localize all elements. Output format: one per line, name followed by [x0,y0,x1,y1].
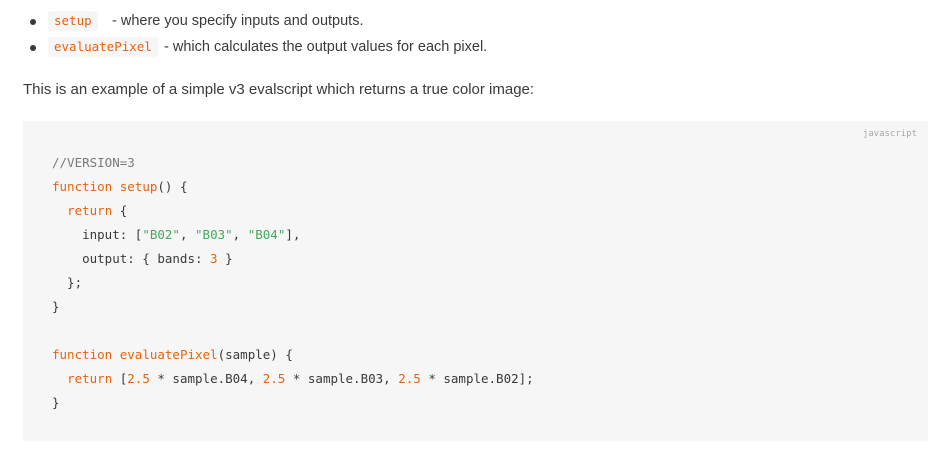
code-token: function [52,347,113,362]
code-token: "B03" [195,227,233,242]
code-line: function setup() { [52,179,188,194]
code-token: return [67,371,113,386]
code-line: } [52,299,60,314]
bullet-text: - where you specify inputs and outputs. [112,13,364,29]
intro-paragraph: This is an example of a simple v3 evalsc… [23,81,535,98]
code-token: setup [119,179,158,194]
code-line: input: ["B02", "B03", "B04"], [52,227,301,242]
code-token: 2.5 [398,371,421,386]
code-token: //VERSION=3 [52,155,135,170]
code-line: return { [67,203,128,218]
bullet-dot [30,45,36,51]
code-line: //VERSION=3 [52,151,534,175]
list-item: evaluatePixel - which calculates the out… [0,37,700,57]
code-content: //VERSION=3 function setup() { return { i… [52,151,534,415]
code-token: return [67,203,113,218]
bullet-text: - which calculates the output values for… [164,39,488,55]
code-line: return [2.5 * sample.B04, 2.5 * sample.B… [67,371,534,386]
code-line: function evaluatePixel(sample) { [52,347,293,362]
code-token: 2.5 [127,371,150,386]
inline-code-setup: setup [48,11,98,31]
code-token: 3 [210,251,218,266]
code-token: 2.5 [262,371,286,386]
code-token: evaluatePixel [119,347,218,362]
bullet-dot [30,19,36,25]
code-token: "B02" [142,227,180,242]
code-line: }; [52,275,83,290]
code-token: function [52,179,113,194]
code-token: "B04" [247,227,286,242]
code-line: } [52,395,60,410]
code-line: output: { bands: 3 } [52,251,233,266]
list-item: setup - where you specify inputs and out… [0,11,700,31]
code-block: javascript //VERSION=3 function setup() {… [23,121,928,441]
code-language-label: javascript [862,129,917,139]
inline-code-evaluate-pixel: evaluatePixel [48,37,158,57]
